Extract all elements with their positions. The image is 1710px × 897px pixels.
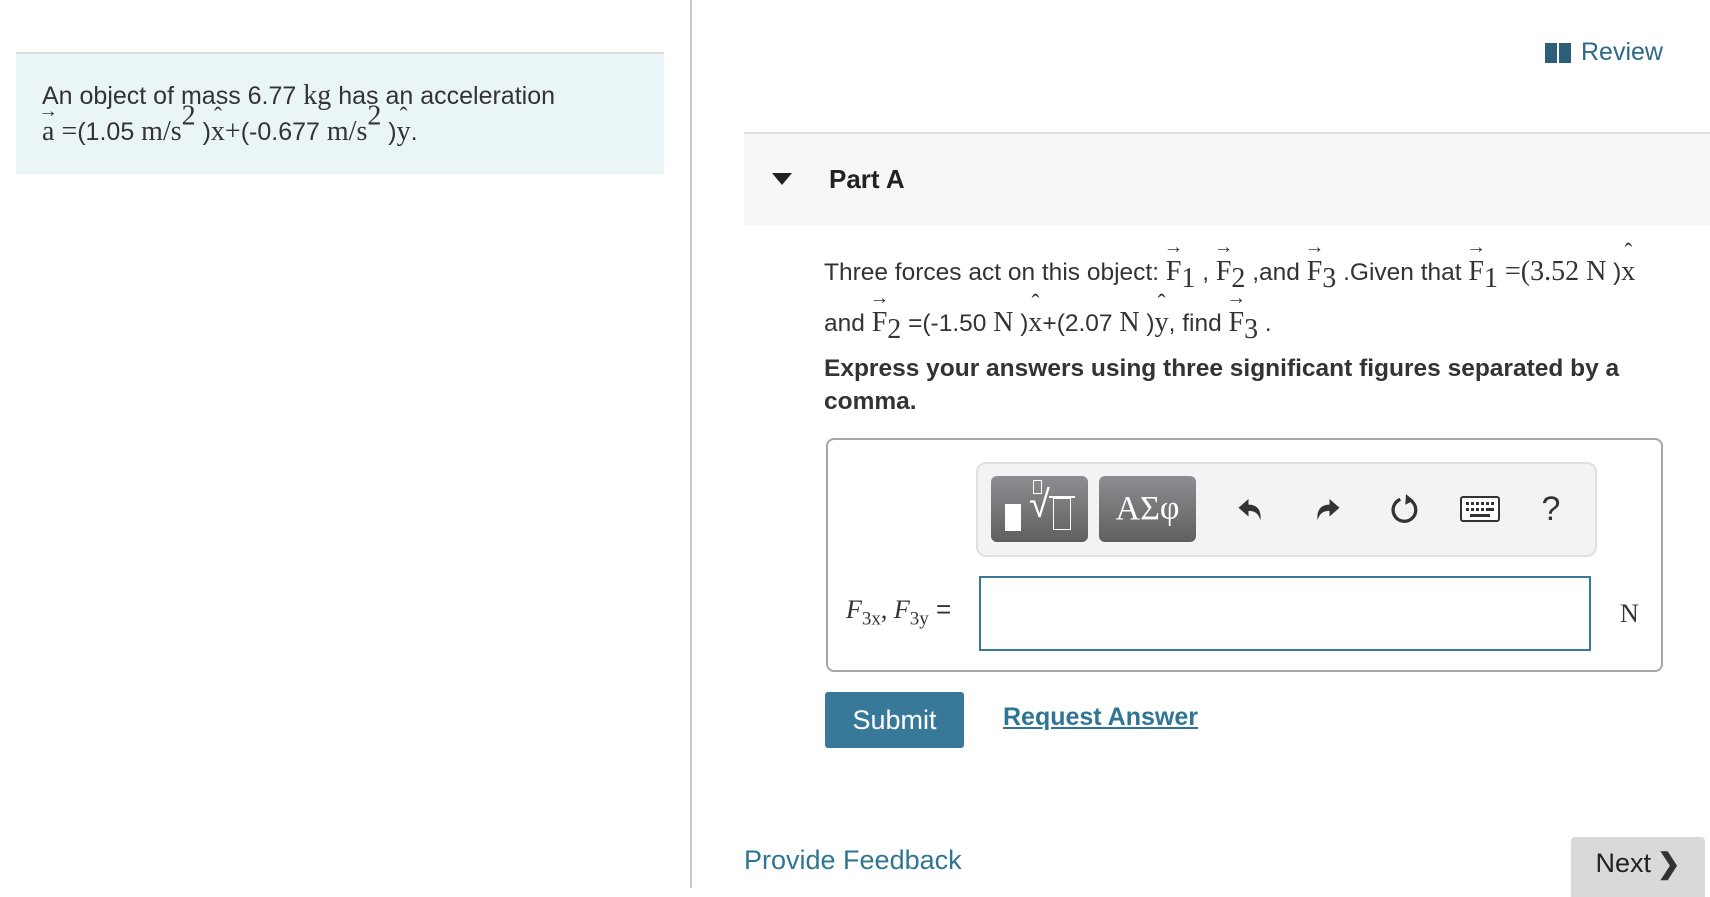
help-button[interactable]: ?: [1528, 486, 1574, 532]
answer-input[interactable]: [979, 576, 1591, 651]
problem-intro-panel: An object of mass 6.77 kg has an acceler…: [16, 52, 664, 174]
review-label: Review: [1581, 38, 1663, 66]
reset-button[interactable]: [1383, 486, 1429, 532]
part-a-header[interactable]: Part A: [744, 132, 1710, 225]
provide-feedback-link[interactable]: Provide Feedback: [744, 845, 962, 876]
answer-unit: N: [1620, 599, 1639, 628]
undo-button[interactable]: [1228, 486, 1274, 532]
redo-button[interactable]: [1304, 486, 1350, 532]
intro-line-2: a =(1.05 m/s2 )x+(-0.677 m/s2 )y.: [42, 102, 638, 150]
triangle-down-icon[interactable]: [772, 173, 792, 185]
answer-box: √ ΑΣφ ? F3x, F3y = N: [826, 438, 1663, 672]
answer-label: F3x, F3y =: [846, 594, 952, 630]
acceleration-vector: a: [42, 114, 54, 149]
intro-line-1: An object of mass 6.77 kg has an acceler…: [42, 80, 556, 111]
request-answer-link[interactable]: Request Answer: [1003, 703, 1198, 732]
mass-unit: kg: [303, 80, 332, 111]
keyboard-button[interactable]: [1457, 486, 1503, 532]
answer-instructions: Express your answers using three signifi…: [824, 355, 1620, 415]
math-templates-button[interactable]: √: [991, 476, 1088, 542]
undo-icon: [1238, 499, 1261, 521]
problem-statement: Three forces act on this object: F1 , F2…: [824, 250, 1704, 352]
book-icon: [1545, 42, 1571, 63]
math-toolbar: √ ΑΣφ ?: [976, 462, 1597, 557]
next-label: Next: [1595, 847, 1652, 878]
redo-icon: [1317, 499, 1340, 521]
review-link[interactable]: Review: [1545, 38, 1663, 67]
submit-button[interactable]: Submit: [825, 692, 964, 748]
keyboard-icon: [1460, 496, 1500, 522]
chevron-right-icon: ❯: [1657, 847, 1681, 879]
next-button[interactable]: Next ❯: [1571, 837, 1705, 897]
panel-divider: [690, 0, 692, 888]
part-title: Part A: [829, 164, 905, 194]
reset-icon: [1391, 494, 1418, 523]
greek-symbols-button[interactable]: ΑΣφ: [1099, 476, 1196, 542]
